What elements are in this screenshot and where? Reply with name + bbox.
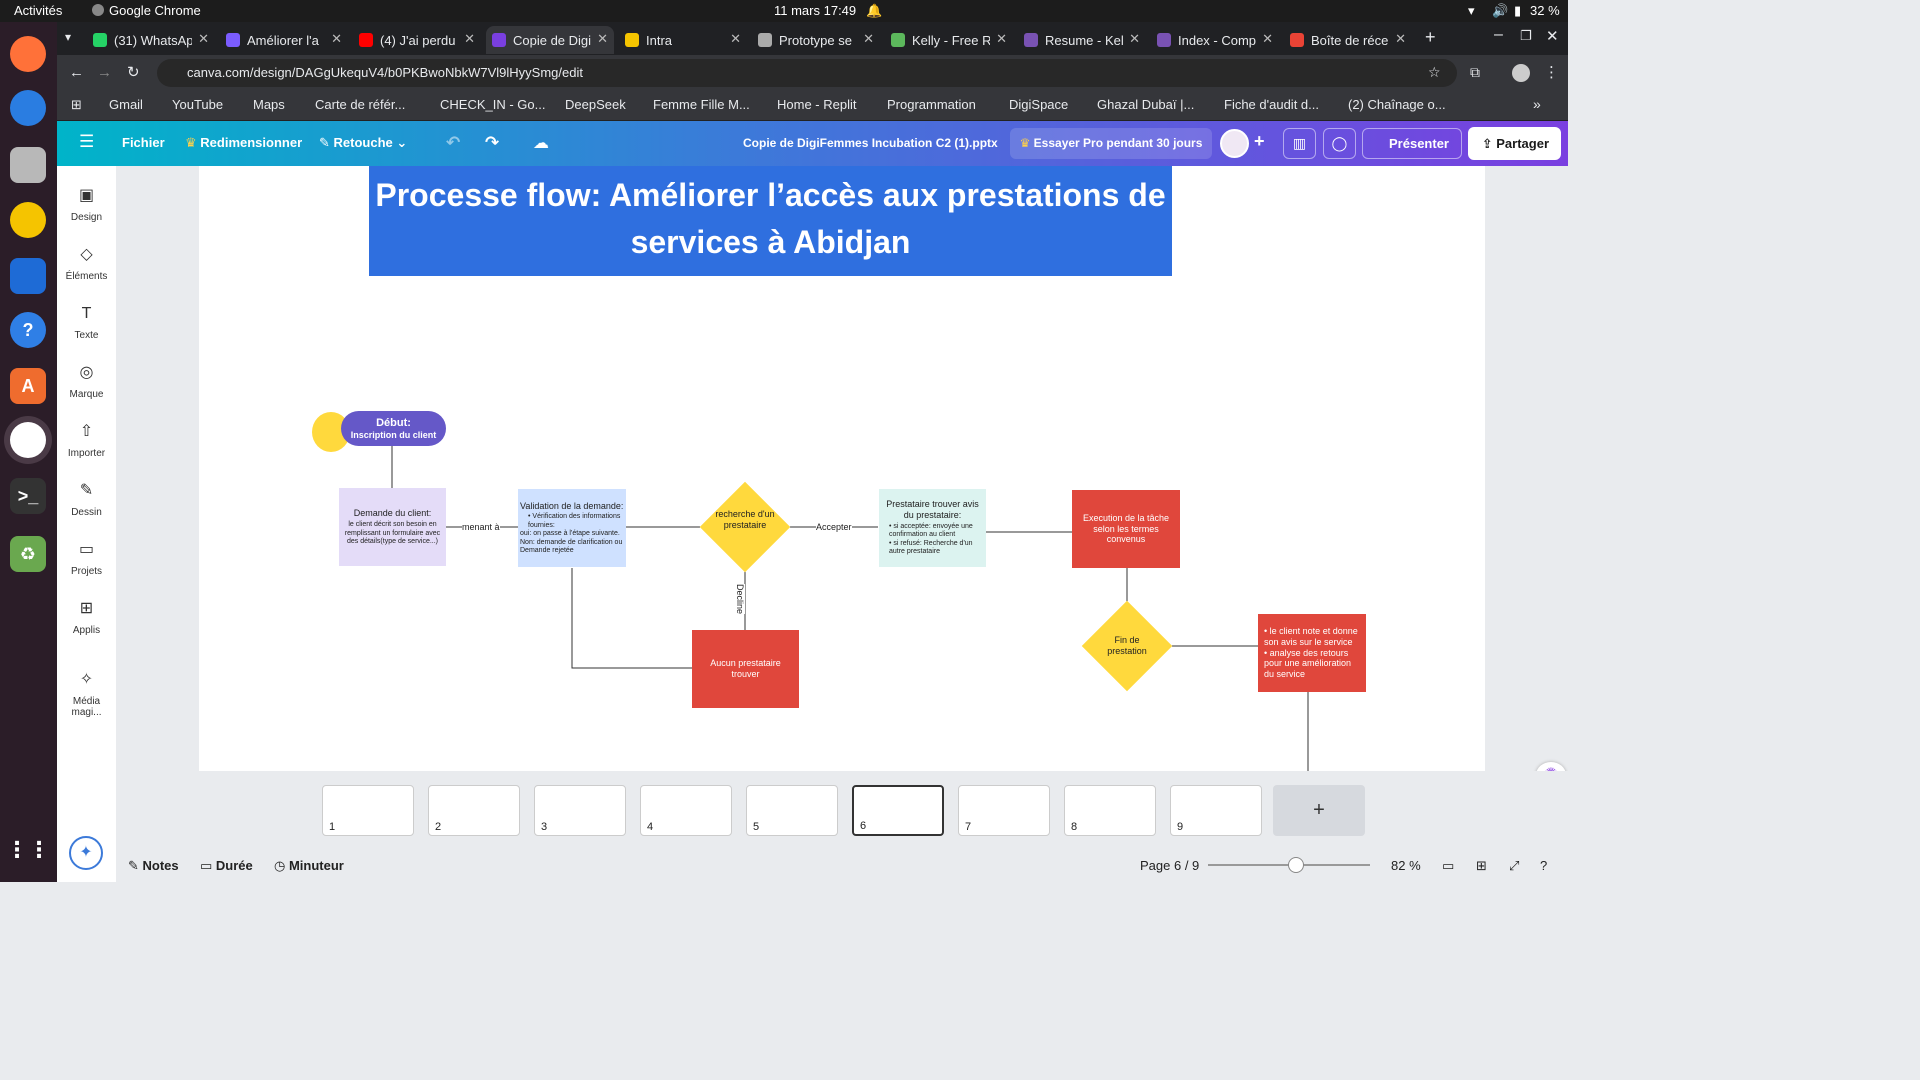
- task-execution-label: Execution de la tâche selon les termes c…: [1082, 512, 1170, 545]
- flow-connectors: [391, 445, 1309, 771]
- page-number: 6: [860, 820, 867, 832]
- page-number: 7: [965, 821, 972, 833]
- notes-label: Notes: [142, 858, 179, 873]
- search-provider-label: recherche d'un prestataire: [715, 509, 775, 531]
- page-thumbnail[interactable]: 9: [1170, 785, 1262, 836]
- page-number: 8: [1071, 821, 1078, 833]
- feedback-bullet-1-text: le client note et donne son avis sur le …: [1264, 626, 1358, 647]
- feedback-bullet-1: • le client note et donne son avis sur l…: [1264, 626, 1358, 647]
- task-execution-node[interactable]: Execution de la tâche selon les termes c…: [1072, 490, 1180, 568]
- page-thumbnail[interactable]: 8: [1064, 785, 1156, 836]
- page-number: 3: [541, 821, 548, 833]
- add-page-button[interactable]: +: [1273, 785, 1365, 836]
- duration-icon: ▭: [200, 858, 216, 873]
- notes-button[interactable]: ✎ Notes: [128, 858, 179, 874]
- page-thumbnail[interactable]: 7: [958, 785, 1050, 836]
- page-thumbnail[interactable]: 5: [746, 785, 838, 836]
- provider-found-bullet-1: • si acceptée: envoyée une confirmation …: [889, 523, 973, 539]
- start-title: Début:: [376, 416, 411, 429]
- timer-icon: ◷: [274, 858, 289, 873]
- duration-button[interactable]: ▭ Durée: [200, 858, 253, 874]
- provider-found-bullet-2-text: si refusé: Recherche d'un autre prestata…: [889, 539, 973, 556]
- zoom-slider-handle[interactable]: [1288, 857, 1304, 873]
- page-number: 9: [1177, 821, 1184, 833]
- no-provider-label: Aucun prestataire trouver: [710, 658, 781, 679]
- screen: Activités Google Chrome 11 mars 17:49 🔔 …: [0, 0, 1568, 882]
- help-icon[interactable]: ?: [1540, 858, 1547, 873]
- no-provider-node[interactable]: Aucun prestataire trouver: [692, 630, 799, 708]
- page-thumbnail[interactable]: 6: [852, 785, 944, 836]
- feedback-node[interactable]: • le client note et donne son avis sur l…: [1258, 614, 1366, 692]
- validation-title: Validation de la demande:: [520, 500, 624, 511]
- validation-node[interactable]: Validation de la demande: • Vérification…: [518, 489, 626, 567]
- zoom-level[interactable]: 82 %: [1391, 858, 1421, 873]
- page-number: 5: [753, 821, 760, 833]
- page-thumbnail[interactable]: 2: [428, 785, 520, 836]
- validation-bullet-1-text: Vérification des informations fournies:: [528, 513, 621, 529]
- client-request-body: le client décrit son besoin en remplissa…: [344, 521, 441, 546]
- validation-bullet-2: oui: on passe à l'étape suivante.: [520, 530, 620, 538]
- notes-icon: ✎: [128, 858, 143, 873]
- validation-bullet-1: • Vérification des informations fournies…: [528, 513, 621, 529]
- timer-button[interactable]: ◷ Minuteur: [274, 858, 344, 874]
- page-thumbnail[interactable]: 4: [640, 785, 732, 836]
- end-service-label: Fin de prestation: [1107, 635, 1147, 657]
- bottom-bar: ✎ Notes ▭ Durée ◷ Minuteur Page 6 / 9 82…: [116, 848, 1568, 882]
- page-thumbnail[interactable]: 3: [534, 785, 626, 836]
- provider-found-bullet-1-text: si acceptée: envoyée une confirmation au…: [889, 523, 973, 539]
- start-node[interactable]: Début: Inscription du client: [341, 411, 446, 446]
- provider-found-node[interactable]: Prestataire trouver avis du prestataire:…: [879, 489, 986, 567]
- edge-label-accept: Accepter: [816, 522, 852, 532]
- fullscreen-icon[interactable]: ⤢: [1509, 858, 1519, 874]
- duration-label: Durée: [215, 858, 253, 873]
- edge-label-decline: Decline: [735, 583, 746, 615]
- feedback-bullet-2-text: analyse des retours pour une amélioratio…: [1264, 647, 1352, 680]
- page-number: 1: [329, 821, 336, 833]
- page-thumbnail[interactable]: 1: [322, 785, 414, 836]
- page-number: 4: [647, 821, 654, 833]
- provider-found-title: Prestataire trouver avis du prestataire:: [886, 499, 979, 521]
- timer-label: Minuteur: [288, 858, 344, 873]
- page-number: 2: [435, 821, 442, 833]
- start-subtitle: Inscription du client: [350, 429, 437, 440]
- edge-label-leading-to: menant à: [462, 522, 500, 532]
- client-request-node[interactable]: Demande du client: le client décrit son …: [339, 488, 446, 566]
- client-request-title: Demande du client:: [353, 507, 432, 518]
- page-indicator[interactable]: Page 6 / 9: [1140, 858, 1199, 873]
- thumbnails-icon[interactable]: ⊞: [1476, 858, 1487, 874]
- provider-found-bullet-2: • si refusé: Recherche d'un autre presta…: [889, 539, 973, 556]
- validation-bullet-3: Non: demande de clarification ou Demande…: [520, 538, 623, 554]
- feedback-bullet-2: • analyse des retours pour une améliorat…: [1264, 647, 1352, 680]
- grid-view-icon[interactable]: ▭: [1442, 858, 1454, 874]
